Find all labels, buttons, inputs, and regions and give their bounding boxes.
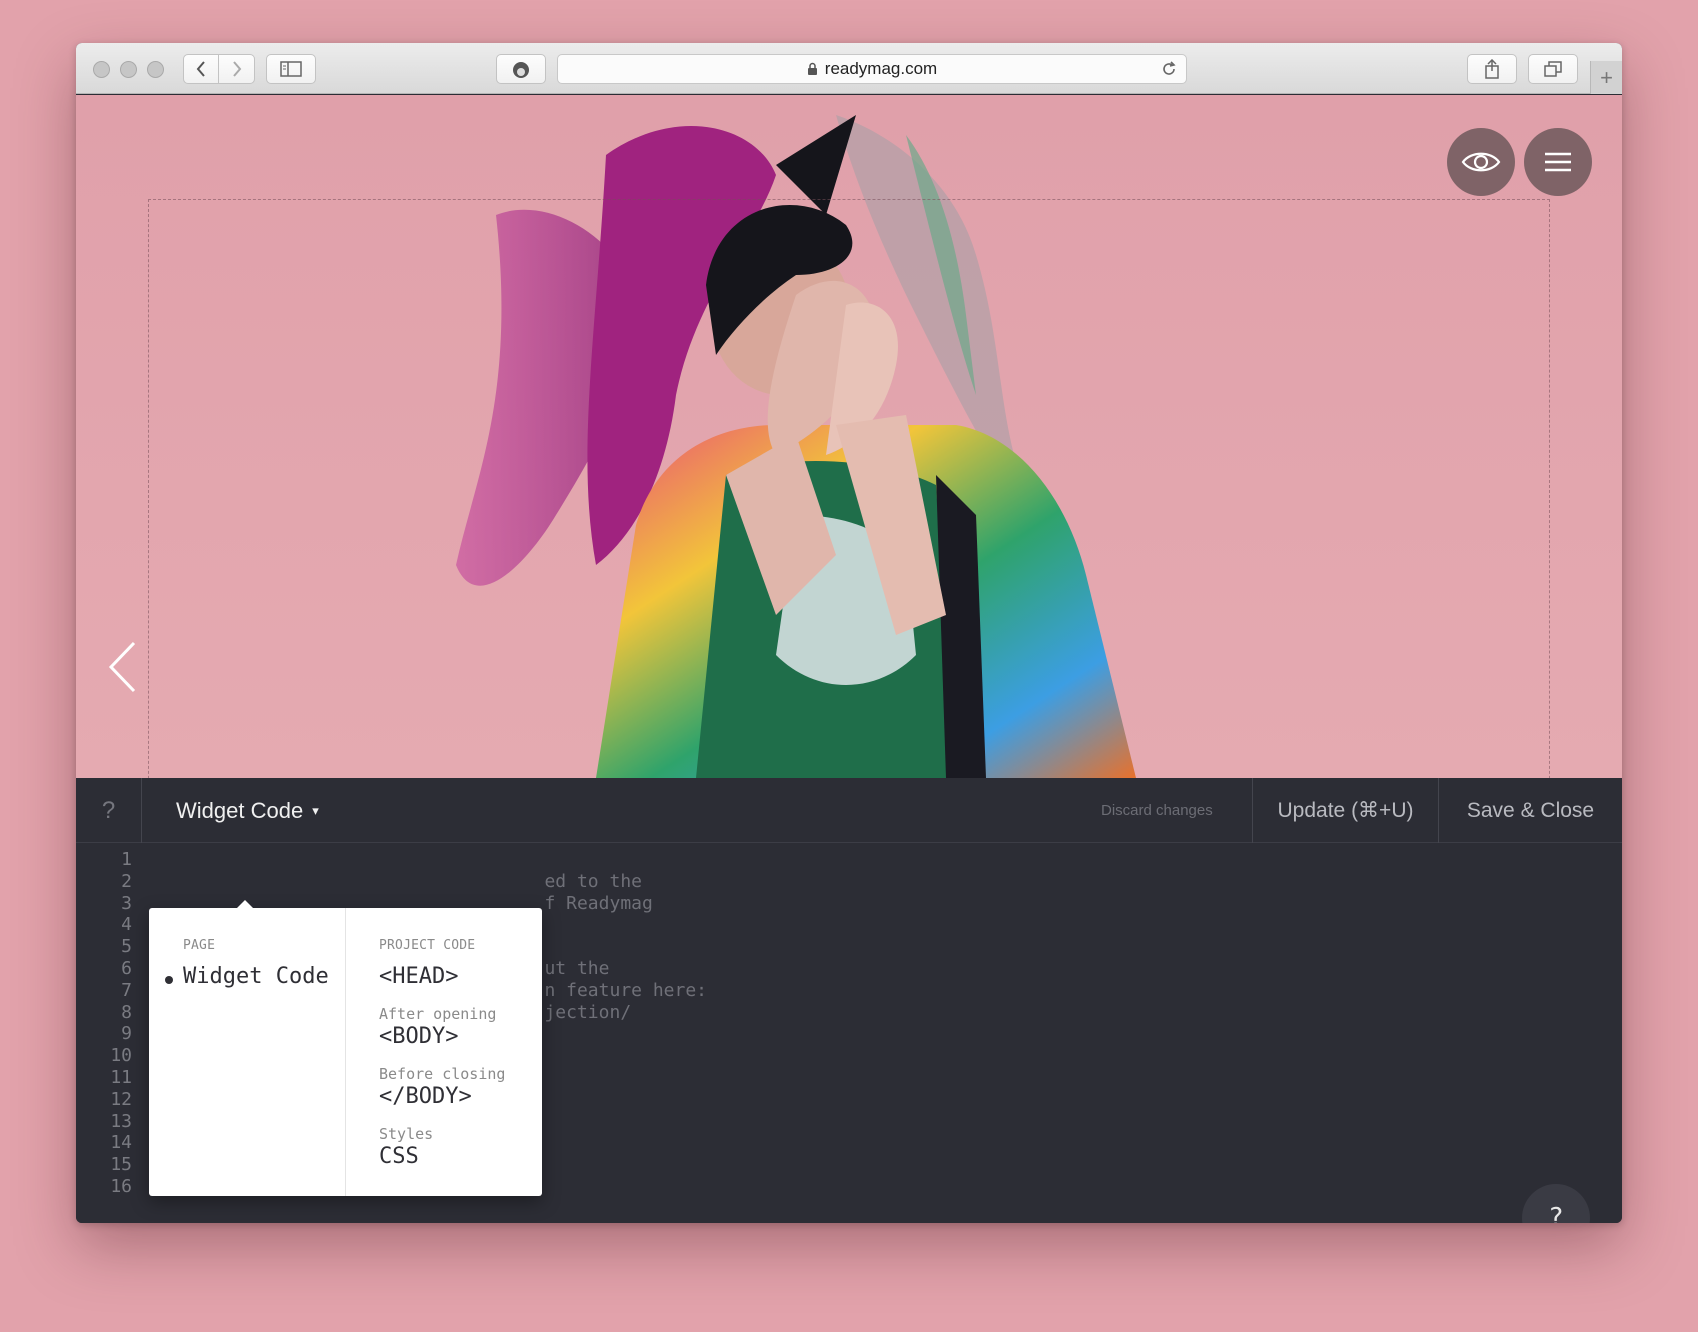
eye-icon <box>1461 152 1501 172</box>
line-number: 16 <box>110 1175 132 1197</box>
selected-bullet-icon <box>165 976 173 984</box>
line-number: 11 <box>110 1066 132 1088</box>
code-target-dropdown[interactable]: Widget Code ▾ <box>176 778 319 843</box>
line-number: 3 <box>121 892 132 914</box>
tabs-icon <box>1544 61 1562 77</box>
help-button[interactable]: ? <box>76 778 142 843</box>
save-close-button[interactable]: Save & Close <box>1438 778 1622 843</box>
after-opening-label: After opening <box>379 1005 497 1023</box>
update-button[interactable]: Update (⌘+U) <box>1252 778 1438 843</box>
forward-button[interactable] <box>219 54 255 84</box>
menu-button[interactable] <box>1524 128 1592 196</box>
menu-item-head[interactable]: <HEAD> <box>379 964 458 989</box>
line-number-gutter: 1 2 3 4 5 6 7 8 9 10 11 12 13 14 15 16 <box>76 849 142 1198</box>
line-number: 4 <box>121 914 132 936</box>
project-code-heading: PROJECT CODE <box>379 938 476 953</box>
address-bar[interactable]: readymag.com <box>557 54 1187 84</box>
page-canvas <box>76 95 1622 778</box>
page-heading: PAGE <box>183 938 216 953</box>
page-code-column: PAGE Widget Code <box>149 908 346 1196</box>
floating-help-button[interactable]: ? <box>1522 1184 1590 1223</box>
widget-bounds-guide <box>148 199 1550 778</box>
discard-changes-button[interactable]: Discard changes <box>1101 778 1213 843</box>
share-button[interactable] <box>1467 54 1517 84</box>
chevron-left-icon <box>196 61 205 77</box>
back-button[interactable] <box>183 54 219 84</box>
menu-item-body[interactable]: <BODY> <box>379 1024 458 1049</box>
code-editor-panel: ? Widget Code ▾ Discard changes Update (… <box>76 778 1622 1223</box>
line-number: 13 <box>110 1110 132 1132</box>
browser-titlebar: readymag.com + <box>76 43 1622 94</box>
close-window-button[interactable] <box>93 61 110 78</box>
line-number: 2 <box>121 870 132 892</box>
new-tab-button[interactable]: + <box>1590 61 1622 94</box>
code-target-label: Widget Code <box>176 797 304 823</box>
menu-item-widget-code[interactable]: Widget Code <box>183 964 329 989</box>
line-number: 8 <box>121 1001 132 1023</box>
before-closing-label: Before closing <box>379 1065 506 1083</box>
chevron-right-icon <box>232 61 241 77</box>
styles-label: Styles <box>379 1125 434 1143</box>
lock-icon <box>807 62 817 75</box>
line-number: 12 <box>110 1088 132 1110</box>
editor-toolbar: ? Widget Code ▾ Discard changes Update (… <box>76 778 1622 843</box>
code-textarea[interactable]: 1 2 3 4 5 6 7 8 9 10 11 12 13 14 15 16 ed to the f Read… <box>76 844 1622 1223</box>
menu-item-body-close[interactable]: </BODY> <box>379 1084 472 1109</box>
code-target-menu: PAGE Widget Code PROJECT CODE <HEAD> Aft… <box>149 900 542 1196</box>
minimize-window-button[interactable] <box>120 61 137 78</box>
browser-window: readymag.com + ? Widget Code ▾ Discard c… <box>76 43 1622 1223</box>
reload-icon[interactable] <box>1160 60 1178 78</box>
tabs-overview-button[interactable] <box>1528 54 1578 84</box>
line-number: 7 <box>121 979 132 1001</box>
share-icon <box>1485 59 1499 79</box>
project-code-column: PROJECT CODE <HEAD> After opening <BODY>… <box>346 908 542 1196</box>
url-text: readymag.com <box>824 59 938 78</box>
zoom-window-button[interactable] <box>147 61 164 78</box>
previous-page-button[interactable] <box>106 640 140 699</box>
code-line: ed to the <box>176 870 642 892</box>
line-number: 14 <box>110 1132 132 1154</box>
line-number: 10 <box>110 1045 132 1067</box>
line-number: 5 <box>121 936 132 958</box>
preview-button[interactable] <box>1447 128 1515 196</box>
line-number: 1 <box>121 849 132 870</box>
sidebar-toggle-button[interactable] <box>266 54 316 84</box>
hamburger-menu-icon <box>1545 152 1571 172</box>
line-number: 6 <box>121 957 132 979</box>
menu-item-css[interactable]: CSS <box>379 1144 419 1169</box>
chevron-left-icon <box>108 641 136 693</box>
sidebar-icon <box>280 61 302 77</box>
caret-down-icon: ▾ <box>312 802 319 818</box>
ghost-icon <box>513 62 529 78</box>
line-number: 15 <box>110 1154 132 1176</box>
extension-button[interactable] <box>496 54 546 84</box>
line-number: 9 <box>121 1023 132 1045</box>
